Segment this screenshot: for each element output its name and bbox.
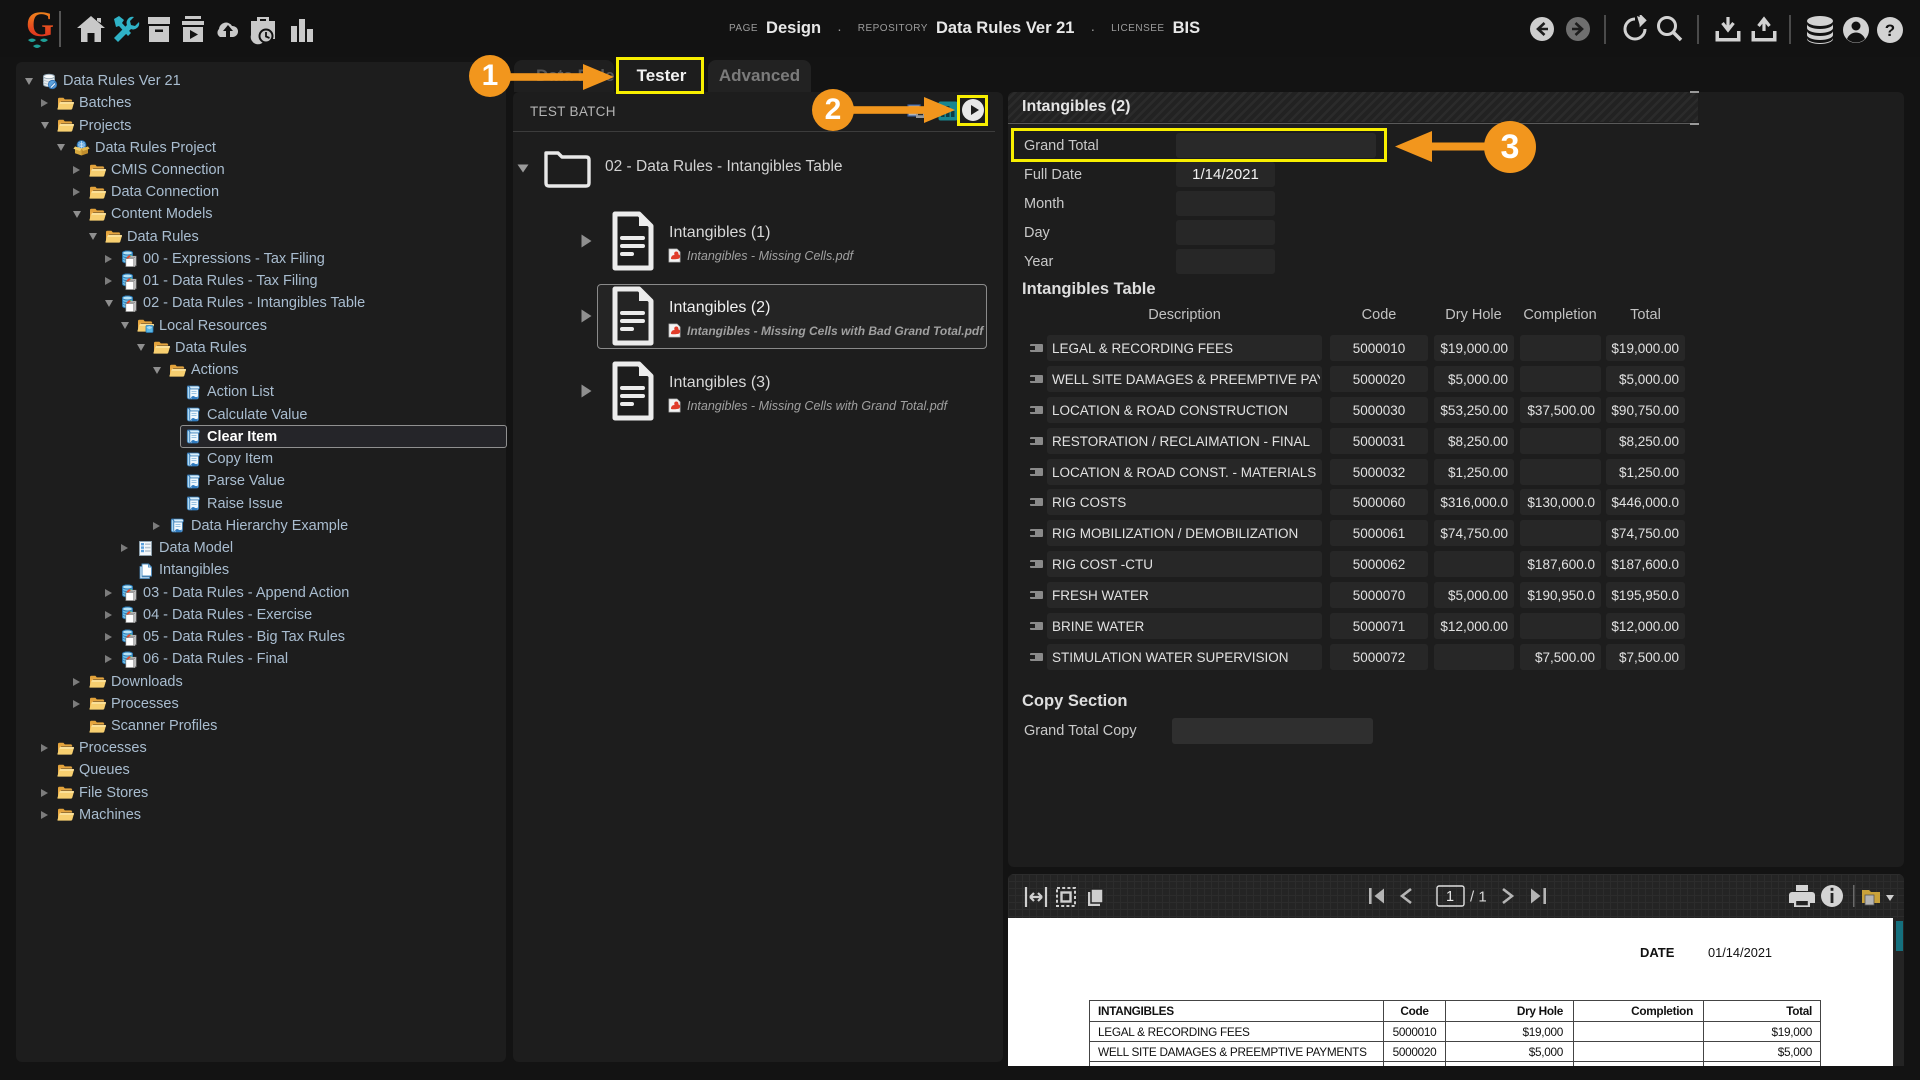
svg-text:1: 1 [1446,889,1454,905]
svg-text:?: ? [1885,21,1895,40]
svg-text:G: G [26,4,54,44]
svg-text:/ 1: / 1 [1470,889,1487,906]
